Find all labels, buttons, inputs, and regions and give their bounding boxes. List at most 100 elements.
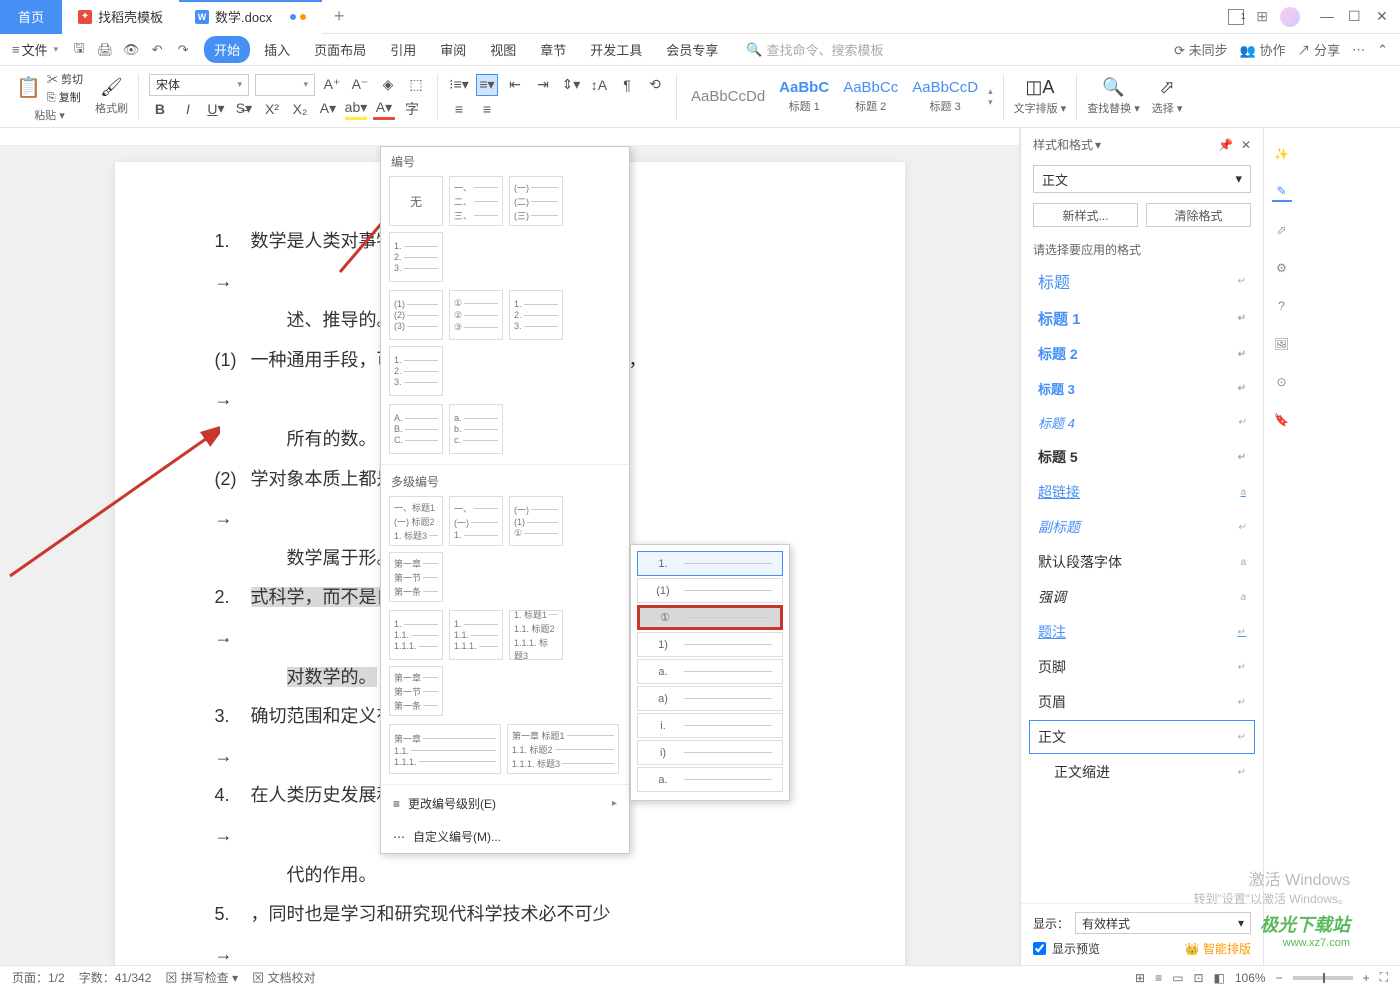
collapse-icon[interactable]: ⌃ xyxy=(1377,42,1388,58)
clear-format-icon[interactable]: ◈ xyxy=(377,74,399,96)
menu-tab-4[interactable]: 审阅 xyxy=(430,36,476,63)
menu-icon[interactable]: ≡ xyxy=(12,42,20,57)
style-item[interactable]: 正文缩进↵ xyxy=(1029,755,1255,789)
style-item[interactable]: 标题 3↵ xyxy=(1029,372,1255,405)
print-icon[interactable]: 🖨 xyxy=(96,41,114,59)
document-line[interactable]: 代的作用。 xyxy=(215,856,825,896)
highlight-icon[interactable]: ab▾ xyxy=(345,98,367,120)
numbering-option[interactable]: 第一章1.1.1.1.1. xyxy=(389,724,501,774)
underline-icon[interactable]: U▾ xyxy=(205,98,227,120)
menu-tab-1[interactable]: 插入 xyxy=(254,36,300,63)
menu-tab-8[interactable]: 会员专享 xyxy=(656,36,728,63)
level-option-8[interactable]: a. xyxy=(637,767,783,792)
subscript-icon[interactable]: X₂ xyxy=(289,98,311,120)
text-direction-icon[interactable]: ⟲ xyxy=(644,74,666,96)
pencil-icon[interactable]: ✎ xyxy=(1272,182,1292,202)
numbering-option[interactable]: 第一章第一节第一条 xyxy=(389,552,443,602)
numbering-option[interactable]: 1. 标题11.1. 标题21.1.1. 标题3 xyxy=(509,610,563,660)
menu-tab-6[interactable]: 章节 xyxy=(530,36,576,63)
find-replace-icon[interactable]: 🔍 xyxy=(1102,77,1124,98)
style-item[interactable]: 标题↵ xyxy=(1029,262,1255,300)
char-shading-icon[interactable]: 字 xyxy=(401,98,423,120)
preview-icon[interactable]: 👁 xyxy=(122,41,140,59)
sync-status[interactable]: ⟳ 未同步 xyxy=(1174,40,1228,59)
numbering-option[interactable]: (一)(1)① xyxy=(509,496,563,546)
numbering-none[interactable]: 无 xyxy=(389,176,443,226)
level-option-5[interactable]: a) xyxy=(637,686,783,711)
zoom-in-icon[interactable]: + xyxy=(1363,971,1370,985)
file-menu[interactable]: 文件▾ xyxy=(22,40,59,59)
view-mode-3-icon[interactable]: ▭ xyxy=(1172,971,1183,985)
increase-font-icon[interactable]: A⁺ xyxy=(321,74,343,96)
align-left-icon[interactable]: ≡ xyxy=(448,98,470,120)
custom-numbering-menu[interactable]: ⋯ 自定义编号(M)... xyxy=(381,820,629,853)
tab-templates[interactable]: ✦ 找稻壳模板 xyxy=(62,0,179,34)
numbering-option[interactable]: 一、二、三、 xyxy=(449,176,503,226)
level-option-7[interactable]: i) xyxy=(637,740,783,765)
collaborate-button[interactable]: 👥 协作 xyxy=(1240,40,1286,59)
bold-icon[interactable]: B xyxy=(149,98,171,120)
menu-tab-0[interactable]: 开始 xyxy=(204,36,250,63)
close-panel-icon[interactable]: ✕ xyxy=(1241,138,1251,152)
zoom-value[interactable]: 106% xyxy=(1235,971,1266,985)
level-option-6[interactable]: i. xyxy=(637,713,783,738)
level-option-4[interactable]: a. xyxy=(637,659,783,684)
document-proof[interactable]: ⊠ 文档校对 xyxy=(252,969,315,986)
numbering-option[interactable]: 第一章 标题11.1. 标题21.1.1. 标题3 xyxy=(507,724,619,774)
bullets-icon[interactable]: ⁝≡▾ xyxy=(448,74,470,96)
style-heading1[interactable]: AaBbC标题 1 xyxy=(775,77,833,116)
menu-tab-5[interactable]: 视图 xyxy=(480,36,526,63)
spell-check[interactable]: ⊠ 拼写检查 ▾ xyxy=(165,969,238,986)
size-select[interactable]: ▾ xyxy=(255,74,315,96)
line-spacing-icon[interactable]: ⇕▾ xyxy=(560,74,582,96)
change-level-menu[interactable]: ≡ 更改编号级别(E) ▸ xyxy=(381,787,629,820)
cut-button[interactable]: ✂ 剪切 xyxy=(47,71,83,87)
numbering-option[interactable]: 1.1.1.1.1.1. xyxy=(449,610,503,660)
italic-icon[interactable]: I xyxy=(177,98,199,120)
numbering-option[interactable]: (1)(2)(3) xyxy=(389,290,443,340)
view-mode-5-icon[interactable]: ◧ xyxy=(1214,971,1225,985)
menu-tab-3[interactable]: 引用 xyxy=(380,36,426,63)
menu-tab-7[interactable]: 开发工具 xyxy=(580,36,652,63)
view-mode-2-icon[interactable]: ≡ xyxy=(1155,971,1162,985)
save-icon[interactable]: 🖫 xyxy=(70,41,88,59)
para-mark-icon[interactable]: ¶ xyxy=(616,74,638,96)
pin-icon[interactable]: 📌 xyxy=(1218,138,1233,152)
font-color-icon[interactable]: A▾ xyxy=(373,98,395,120)
tab-add-button[interactable]: + xyxy=(322,6,356,27)
view-mode-4-icon[interactable]: ⊡ xyxy=(1193,971,1203,985)
numbering-icon[interactable]: ≡▾ xyxy=(476,74,498,96)
style-item[interactable]: 页脚↵ xyxy=(1029,650,1255,684)
menu-tab-2[interactable]: 页面布局 xyxy=(304,36,376,63)
apps-icon[interactable]: ⊞ xyxy=(1256,8,1268,25)
decrease-font-icon[interactable]: A⁻ xyxy=(349,74,371,96)
sort-icon[interactable]: ↕A xyxy=(588,74,610,96)
numbering-option[interactable]: A.B.C. xyxy=(389,404,443,454)
style-item[interactable]: 标题 5↵ xyxy=(1029,440,1255,474)
word-count[interactable]: 字数：41/342 xyxy=(79,969,152,986)
style-item[interactable]: 题注↵ xyxy=(1029,615,1255,649)
style-item[interactable]: 超链接a xyxy=(1029,475,1255,509)
share-button[interactable]: ↗ 分享 xyxy=(1297,40,1340,59)
image-icon[interactable]: 🖼 xyxy=(1272,334,1292,354)
style-item[interactable]: 页眉↵ xyxy=(1029,685,1255,719)
copy-button[interactable]: ⎘ 复制 xyxy=(47,89,83,105)
style-item[interactable]: 默认段落字体a xyxy=(1029,545,1255,579)
cursor-icon[interactable]: ⬀ xyxy=(1272,220,1292,240)
style-item[interactable]: 标题 2↵ xyxy=(1029,337,1255,371)
zoom-out-icon[interactable]: − xyxy=(1276,971,1283,985)
level-option-0[interactable]: 1. xyxy=(637,551,783,576)
level-option-1[interactable]: (1) xyxy=(637,578,783,603)
view-mode-1-icon[interactable]: ⊞ xyxy=(1135,971,1145,985)
zoom-slider[interactable] xyxy=(1293,976,1353,980)
level-option-3[interactable]: 1) xyxy=(637,632,783,657)
numbering-option[interactable]: 一、标题1(一) 标题21. 标题3 xyxy=(389,496,443,546)
maximize-button[interactable]: ☐ xyxy=(1348,8,1362,25)
style-normal[interactable]: AaBbCcDd xyxy=(687,86,769,107)
minimize-button[interactable]: — xyxy=(1320,8,1334,25)
numbering-option[interactable]: 1.1.1.1.1.1. xyxy=(389,610,443,660)
layout-icon[interactable]: 1 xyxy=(1228,9,1244,25)
document-line[interactable]: 5. →，同时也是学习和研究现代科学技术必不可少 xyxy=(215,895,825,965)
numbering-option[interactable]: 第一章第一节第一条 xyxy=(389,666,443,716)
preview-checkbox[interactable] xyxy=(1033,942,1046,955)
